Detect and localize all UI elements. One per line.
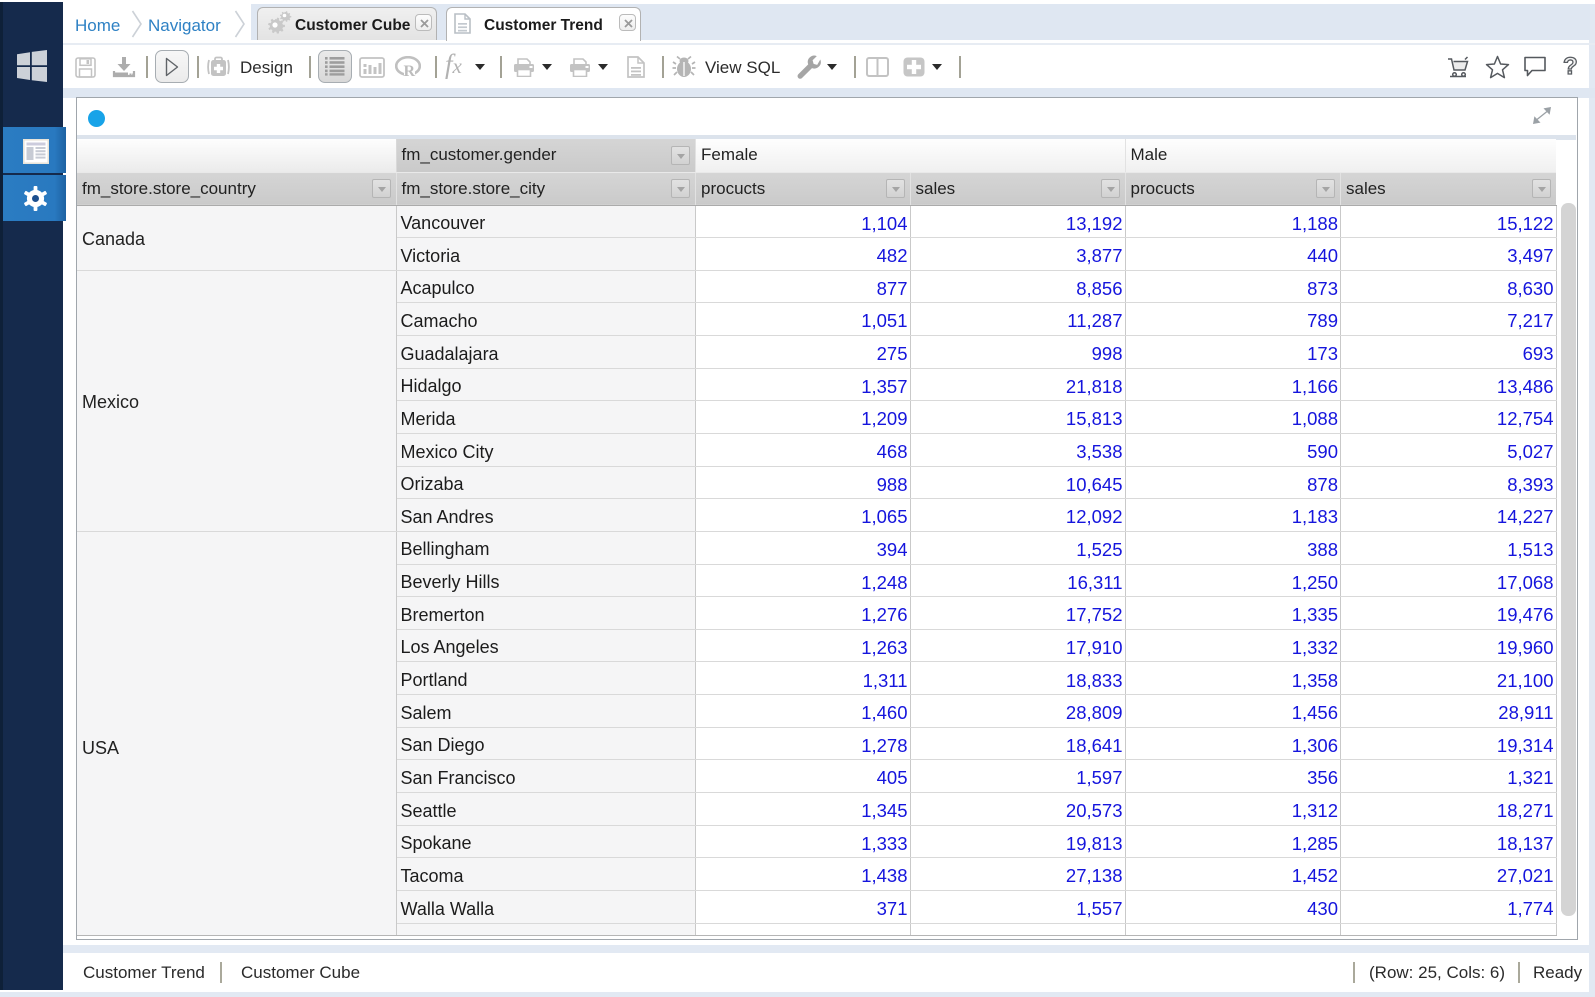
- svg-text:?: ?: [1563, 53, 1578, 79]
- svg-text:R: R: [404, 63, 416, 78]
